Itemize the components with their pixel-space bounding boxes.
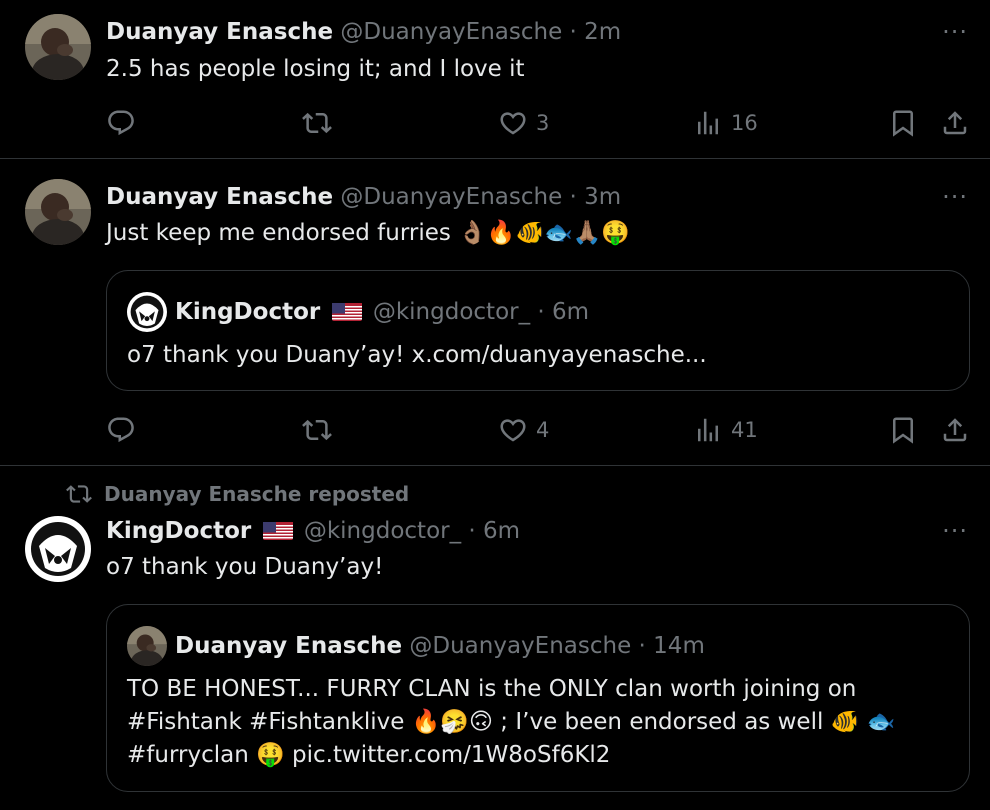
- more-options-icon[interactable]: ···: [942, 519, 968, 543]
- tweet-text: 2.5 has people losing it; and I love it: [106, 56, 525, 82]
- view-count: 16: [731, 111, 758, 135]
- share-icon: [940, 108, 970, 138]
- author-handle[interactable]: @DuanyayEnasche: [340, 19, 562, 45]
- tweet-header: KingDoctor @kingdoctor_ · 6m: [106, 516, 520, 546]
- reply-button[interactable]: [106, 107, 136, 139]
- us-flag-icon: [263, 520, 293, 540]
- quote-author-name: Duanyay Enasche: [175, 633, 403, 659]
- views-icon: [693, 415, 723, 445]
- tweet-header: Duanyay Enasche @DuanyayEnasche · 2m: [106, 17, 621, 47]
- quote-text-line-2: #Fishtank #Fishtanklive 🔥🤧🙃 ; I’ve been …: [127, 709, 896, 735]
- repost-indicator: Duanyay Enasche reposted: [66, 481, 409, 507]
- quote-header: Duanyay Enasche @DuanyayEnasche · 14m: [175, 631, 705, 661]
- tweet-text: Just keep me endorsed furries 👌🏽🔥🐠🐟🙏🏽🤑: [106, 220, 630, 246]
- tweet-text: o7 thank you Duany’ay!: [106, 554, 384, 580]
- like-button[interactable]: 4: [498, 414, 549, 446]
- author-name[interactable]: Duanyay Enasche: [106, 184, 333, 210]
- views-icon: [693, 108, 723, 138]
- views-button[interactable]: 16: [693, 107, 758, 139]
- more-options-icon[interactable]: ···: [942, 185, 968, 209]
- author-name[interactable]: Duanyay Enasche: [106, 19, 333, 45]
- bookmark-button[interactable]: [888, 107, 918, 139]
- tweet-3[interactable]: Duanyay Enasche reposted KingDoctor @kin…: [0, 466, 990, 810]
- tweet-2[interactable]: Duanyay Enasche @DuanyayEnasche · 3m ···…: [0, 159, 990, 465]
- quote-timestamp: 6m: [552, 299, 590, 325]
- reply-icon: [106, 415, 136, 445]
- author-handle[interactable]: @kingdoctor_: [304, 518, 461, 544]
- quote-timestamp: 14m: [653, 633, 705, 659]
- tweet-1[interactable]: Duanyay Enasche @DuanyayEnasche · 2m ···…: [0, 0, 990, 158]
- avatar[interactable]: [25, 14, 91, 80]
- quote-avatar: [127, 626, 167, 666]
- quoted-tweet[interactable]: KingDoctor @kingdoctor_ · 6m o7 thank yo…: [106, 270, 970, 391]
- separator-dot: ·: [569, 184, 577, 210]
- like-button[interactable]: 3: [498, 107, 549, 139]
- reply-button[interactable]: [106, 414, 136, 446]
- like-count: 3: [536, 111, 550, 135]
- share-icon: [940, 415, 970, 445]
- separator-dot: ·: [569, 19, 577, 45]
- action-bar: 3 16: [106, 107, 972, 139]
- timestamp[interactable]: 2m: [584, 19, 621, 45]
- bookmark-icon: [888, 415, 918, 445]
- retweet-button[interactable]: [302, 414, 332, 446]
- avatar[interactable]: [25, 516, 91, 582]
- separator-dot: ·: [537, 299, 545, 325]
- quote-author-name: KingDoctor: [175, 299, 321, 325]
- us-flag-icon: [332, 301, 362, 321]
- quote-text-line-1: TO BE HONEST... FURRY CLAN is the ONLY c…: [127, 676, 857, 702]
- views-button[interactable]: 41: [693, 414, 758, 446]
- bookmark-button[interactable]: [888, 414, 918, 446]
- timestamp[interactable]: 3m: [584, 184, 621, 210]
- quote-text: o7 thank you Duany’ay! x.com/duanyayenas…: [127, 342, 707, 368]
- heart-icon: [498, 415, 528, 445]
- retweet-icon: [66, 481, 92, 507]
- like-count: 4: [536, 418, 550, 442]
- share-button[interactable]: [940, 107, 970, 139]
- quoted-tweet[interactable]: Duanyay Enasche @DuanyayEnasche · 14m TO…: [106, 604, 970, 792]
- reply-icon: [106, 108, 136, 138]
- quote-author-handle: @DuanyayEnasche: [409, 633, 632, 659]
- view-count: 41: [731, 418, 758, 442]
- repost-label[interactable]: Duanyay Enasche reposted: [104, 481, 409, 507]
- quote-author-handle: @kingdoctor_: [372, 299, 531, 325]
- tweet-header: Duanyay Enasche @DuanyayEnasche · 3m: [106, 182, 621, 212]
- timestamp[interactable]: 6m: [483, 518, 520, 544]
- heart-icon: [498, 108, 528, 138]
- retweet-button[interactable]: [302, 107, 332, 139]
- share-button[interactable]: [940, 414, 970, 446]
- action-bar: 4 41: [106, 414, 972, 446]
- retweet-icon: [302, 415, 332, 445]
- separator-dot: ·: [468, 518, 476, 544]
- author-handle[interactable]: @DuanyayEnasche: [340, 184, 562, 210]
- bookmark-icon: [888, 108, 918, 138]
- retweet-icon: [302, 108, 332, 138]
- quote-avatar: [127, 292, 167, 332]
- separator-dot: ·: [638, 633, 646, 659]
- avatar[interactable]: [25, 179, 91, 245]
- quote-header: KingDoctor @kingdoctor_ · 6m: [175, 297, 589, 327]
- author-name[interactable]: KingDoctor: [106, 518, 251, 544]
- quote-text-line-3: #furryclan 🤑 pic.twitter.com/1W8oSf6Kl2: [127, 742, 611, 768]
- more-options-icon[interactable]: ···: [942, 20, 968, 44]
